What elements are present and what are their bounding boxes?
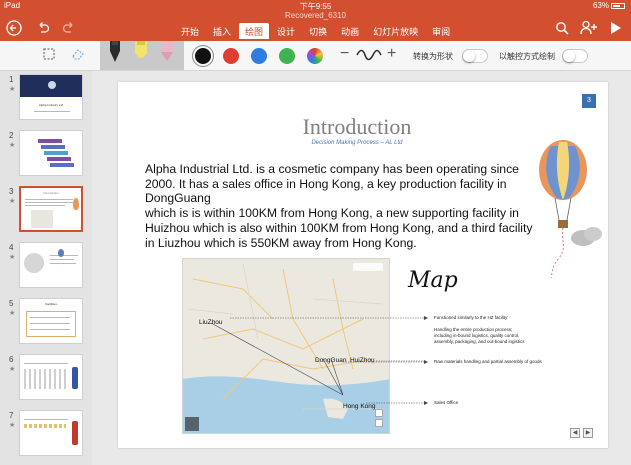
thumbnail-title: Alpha Industry Ltd [38,103,64,107]
color-swatch-black[interactable] [195,48,211,64]
thumbnail-star-icon: ★ [9,366,16,373]
annotation-line: assembly, packaging, and out-bound logis… [434,339,525,344]
redo-icon[interactable] [62,21,76,38]
draw-with-touch-label: 以触控方式绘制 [499,52,555,61]
draw-with-touch-toggle[interactable] [562,49,588,63]
draw-toolbar: − + 转换为形状 以触控方式绘制 [0,41,631,71]
thickness-plus-button[interactable]: + [387,45,396,63]
slide-thumbnail[interactable]: Alpha Industry Ltd [19,74,83,120]
battery-icon [611,2,625,9]
thumbnail-number: 5 [9,299,14,308]
search-icon[interactable] [555,21,569,38]
highlighter-icon[interactable] [132,41,150,63]
document-title[interactable]: Recovered_6310 [0,11,631,20]
thumbnail-star-icon: ★ [9,86,16,93]
slide-thumbnail[interactable] [19,130,83,176]
tab-transitions[interactable]: 切换 [303,23,333,39]
tab-home[interactable]: 开始 [175,23,205,39]
tab-insert[interactable]: 插入 [207,23,237,39]
slide-thumbnail[interactable]: Facilities [19,298,83,344]
thumbnail-row[interactable]: 5 ★ Facilities [0,295,92,347]
convert-to-shape-label: 转换为形状 [413,52,453,61]
handwritten-ink-annotation[interactable]: Map [408,268,458,293]
slide-thumbnail[interactable] [19,242,83,288]
thumbnail-number: 4 [9,243,14,252]
thickness-minus-button[interactable]: − [340,45,349,63]
tab-design[interactable]: 设计 [271,23,301,39]
next-slide-button[interactable]: ▶ [583,428,593,438]
tab-animations[interactable]: 动画 [335,23,365,39]
color-swatch-blue[interactable] [251,48,267,64]
tab-slideshow[interactable]: 幻灯片放映 [367,23,424,39]
thumbnail-star-icon: ★ [9,310,16,317]
annotation-huizhou: Raw materials handling and partial assem… [434,359,542,364]
play-icon[interactable] [610,21,622,38]
add-user-icon[interactable] [580,20,598,38]
thumbnail-row[interactable]: 6 ★ [0,351,92,403]
convert-to-shape-toggle[interactable] [462,49,488,63]
annotation-liuzhou: Functioned similarly to the HZ facility [434,315,508,320]
thumbnail-star-icon: ★ [9,198,16,205]
thumbnail-number: 2 [9,131,14,140]
thumbnail-number: 6 [9,355,14,364]
thumbnail-row[interactable]: 1 ★ Alpha Industry Ltd [0,71,92,123]
undo-icon[interactable] [36,21,50,38]
pen-icon[interactable] [106,41,124,63]
status-bar: iPad 下午9:55 63% [0,0,631,11]
pen-selector [100,41,184,70]
annotation-hongkong: Sales Office [434,400,459,405]
thumbnail-star-icon: ★ [9,422,16,429]
slide-thumbnail-selected[interactable]: Introduction [19,186,83,232]
back-arrow-icon[interactable] [6,20,22,39]
thumbnail-number: 1 [9,75,14,84]
color-swatch-green[interactable] [279,48,295,64]
eraser-icon[interactable] [70,47,86,64]
tab-review[interactable]: 审阅 [426,23,456,39]
thumbnail-title: Facilities [45,302,57,306]
annotation-dongguan: Handling the entire production process; … [434,327,524,345]
thumbnail-row[interactable]: 4 ★ [0,239,92,291]
pencil-icon[interactable] [158,41,176,63]
lasso-select-icon[interactable] [42,47,56,64]
thumbnail-row[interactable]: 3 ★ Introduction [0,183,92,235]
color-picker-icon[interactable] [307,48,323,64]
slide-thumbnail[interactable] [19,354,83,400]
thumbnail-number: 3 [9,187,14,196]
previous-slide-button[interactable]: ◀ [570,428,580,438]
tab-draw[interactable]: 绘图 [239,23,270,39]
slide-canvas[interactable]: 3 Introduction Decision Making Process –… [118,82,608,448]
color-swatch-red[interactable] [223,48,239,64]
slide-thumbnail-panel: 1 ★ Alpha Industry Ltd 2 ★ 3 ★ Introduct… [0,71,92,465]
thumbnail-row[interactable]: 2 ★ [0,127,92,179]
battery-percent: 63% [592,1,609,10]
thumbnail-star-icon: ★ [9,142,16,149]
callout-lines [230,316,428,405]
ribbon-header: iPad 下午9:55 63% Recovered_6310 开始 插入 绘图 … [0,0,631,41]
stroke-preview-icon [356,49,382,64]
thumbnail-star-icon: ★ [9,254,16,261]
battery-indicator: 63% [593,1,625,10]
thumbnail-row[interactable]: 7 ★ [0,407,92,459]
slide-thumbnail[interactable] [19,410,83,456]
ribbon-tabs: 开始 插入 绘图 设计 切换 动画 幻灯片放映 审阅 [175,23,458,39]
thumbnail-title: Introduction [43,191,59,195]
thumbnail-number: 7 [9,411,14,420]
